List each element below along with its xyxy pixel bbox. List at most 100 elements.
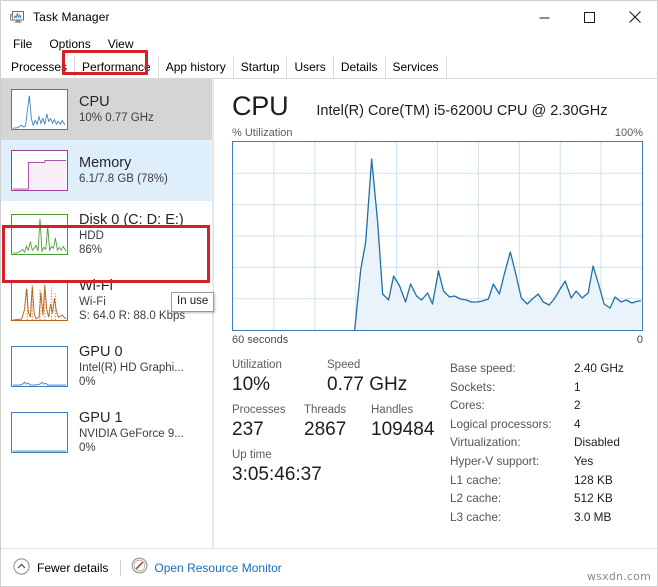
resource-sidebar[interactable]: CPU 10% 0.77 GHz Memory 6.1/7.8 GB (78%): [1, 79, 214, 548]
stat-handles-label: Handles: [371, 404, 414, 416]
stat-processes-label: Processes: [232, 404, 286, 416]
spec-value-hyperv: Yes: [574, 453, 594, 468]
tab-processes[interactable]: Processes: [4, 56, 76, 78]
tab-strip: Processes Performance App history Startu…: [1, 50, 657, 79]
stat-utilization: Utilization 10%: [232, 358, 327, 397]
sidebar-gpu0-sub1: Intel(R) HD Graphi...: [79, 361, 184, 374]
stat-speed-label: Speed: [327, 359, 361, 371]
spec-value-l2-cache: 512 KB: [574, 491, 613, 506]
content-area: CPU 10% 0.77 GHz Memory 6.1/7.8 GB (78%): [1, 79, 657, 548]
sidebar-memory-text: Memory 6.1/7.8 GB (78%): [79, 155, 168, 186]
tab-startup[interactable]: Startup: [233, 56, 288, 78]
window-controls: [522, 1, 657, 33]
stats-row-3: Up time 3:05:46:37: [232, 448, 450, 487]
spec-row-sockets: Sockets: 1: [450, 378, 643, 397]
sidebar-item-disk-0[interactable]: Disk 0 (C: D: E:) HDD 86%: [1, 201, 213, 267]
gpu0-thumbnail-graph: [11, 345, 68, 387]
spec-row-cores: Cores: 2: [450, 396, 643, 415]
spec-row-l1-cache: L1 cache: 128 KB: [450, 471, 643, 490]
stat-uptime-value: 3:05:46:37: [232, 464, 322, 485]
status-bar: Fewer details Open Resource Monitor: [1, 548, 657, 586]
spec-value-logical-processors: 4: [574, 416, 581, 431]
stat-processes: Processes 237: [232, 403, 304, 442]
spec-row-virtualization: Virtualization: Disabled: [450, 433, 643, 452]
menu-item-file[interactable]: File: [8, 35, 40, 53]
spec-key-l1-cache: L1 cache:: [450, 472, 502, 487]
wifi-thumbnail-graph: [11, 279, 68, 321]
task-manager-window: Task Manager File Options View Processes…: [0, 0, 658, 587]
menu-item-view[interactable]: View: [103, 35, 142, 53]
sidebar-disk-text: Disk 0 (C: D: E:) HDD 86%: [79, 212, 184, 257]
stat-handles: Handles 109484: [371, 403, 434, 442]
spec-value-base-speed: 2.40 GHz: [574, 361, 624, 375]
sidebar-gpu0-title: GPU 0: [79, 343, 123, 360]
spec-key-hyperv: Hyper-V support:: [450, 453, 540, 468]
cpu-detail-pane: CPU Intel(R) Core(TM) i5-6200U CPU @ 2.3…: [214, 79, 657, 548]
spec-key-l3-cache: L3 cache:: [450, 509, 502, 524]
close-button[interactable]: [612, 1, 657, 33]
chart-time-labels: 60 seconds 0: [232, 334, 643, 346]
stat-handles-value: 109484: [371, 419, 435, 440]
fewer-details-label: Fewer details: [37, 560, 109, 575]
sidebar-item-gpu-0[interactable]: GPU 0 Intel(R) HD Graphi... 0%: [1, 333, 213, 399]
chart-axis-labels: % Utilization 100%: [232, 127, 643, 139]
sidebar-scrollbar[interactable]: [212, 79, 213, 548]
sidebar-item-cpu[interactable]: CPU 10% 0.77 GHz: [1, 79, 213, 140]
stats-row-1: Utilization 10% Speed 0.77 GHz: [232, 358, 450, 397]
memory-thumbnail-graph: [11, 150, 68, 191]
sidebar-gpu1-sub1: NVIDIA GeForce 9...: [79, 427, 184, 440]
sidebar-item-gpu-1[interactable]: GPU 1 NVIDIA GeForce 9... 0%: [1, 399, 213, 465]
watermark: wsxdn.com: [587, 570, 651, 583]
sidebar-item-memory[interactable]: Memory 6.1/7.8 GB (78%): [1, 140, 213, 201]
sidebar-memory-sub: 6.1/7.8 GB (78%): [79, 173, 168, 185]
window-title: Task Manager: [33, 10, 110, 24]
cpu-specs-list: Base speed: 2.40 GHz Sockets: 1 Cores: 2…: [450, 358, 643, 526]
chart-y-axis-label: % Utilization: [232, 127, 293, 139]
fewer-details-button[interactable]: Fewer details: [13, 557, 109, 578]
spec-row-base-speed: Base speed: 2.40 GHz: [450, 359, 643, 378]
chart-time-zero-label: 0: [636, 334, 643, 346]
sidebar-memory-title: Memory: [79, 155, 132, 171]
spec-key-logical-processors: Logical processors:: [450, 416, 552, 431]
chart-time-span-label: 60 seconds: [232, 334, 289, 346]
resource-monitor-icon: [131, 557, 154, 579]
spec-value-virtualization: Disabled: [574, 435, 620, 450]
sidebar-wifi-text: Wi-Fi Wi-Fi S: 64.0 R: 88.0 Kbps: [79, 278, 185, 323]
cpu-chart-svg: [233, 142, 642, 330]
open-resource-monitor-label: Open Resource Monitor: [154, 560, 282, 575]
sidebar-disk-sub2: 86%: [79, 243, 103, 256]
menu-item-options[interactable]: Options: [44, 35, 98, 53]
task-manager-icon: [10, 9, 26, 25]
spec-value-l3-cache: 3.0 MB: [574, 509, 612, 524]
tab-performance[interactable]: Performance: [75, 56, 159, 78]
sidebar-wifi-sub1: Wi-Fi: [79, 295, 106, 308]
sidebar-cpu-sub: 10% 0.77 GHz: [79, 112, 154, 124]
open-resource-monitor-link[interactable]: Open Resource Monitor: [131, 557, 282, 579]
cpu-model-label: Intel(R) Core(TM) i5-6200U CPU @ 2.30GHz: [316, 103, 608, 119]
stats-primary: Utilization 10% Speed 0.77 GHz Processes…: [232, 358, 450, 526]
gpu1-thumbnail-graph: [11, 411, 68, 453]
maximize-button[interactable]: [567, 1, 612, 33]
tab-app-history[interactable]: App history: [158, 56, 234, 78]
sidebar-cpu-text: CPU 10% 0.77 GHz: [79, 94, 154, 125]
tab-details[interactable]: Details: [333, 56, 386, 78]
spec-key-sockets: Sockets:: [450, 379, 496, 394]
chevron-up-circle-icon: [13, 557, 37, 578]
spec-key-virtualization: Virtualization:: [450, 435, 521, 450]
stat-processes-value: 237: [232, 419, 264, 440]
minimize-button[interactable]: [522, 1, 567, 33]
tab-users[interactable]: Users: [287, 56, 334, 78]
sidebar-wifi-sub2: S: 64.0 R: 88.0 Kbps: [79, 309, 186, 322]
cpu-chart-area: [354, 159, 642, 330]
sidebar-disk-sub1: HDD: [79, 229, 104, 242]
disk-thumbnail-graph: [11, 213, 68, 255]
sidebar-gpu0-text: GPU 0 Intel(R) HD Graphi... 0%: [79, 344, 184, 389]
spec-value-cores: 2: [574, 398, 581, 413]
spec-row-hyperv: Hyper-V support: Yes: [450, 452, 643, 471]
stat-threads-label: Threads: [304, 404, 347, 416]
tab-services[interactable]: Services: [385, 56, 447, 78]
detail-header: CPU Intel(R) Core(TM) i5-6200U CPU @ 2.3…: [232, 79, 643, 122]
cpu-utilization-chart: [232, 141, 643, 331]
stats-row-2: Processes 237 Threads 2867 Handles 10948…: [232, 403, 450, 442]
spec-key-cores: Cores:: [450, 398, 485, 413]
